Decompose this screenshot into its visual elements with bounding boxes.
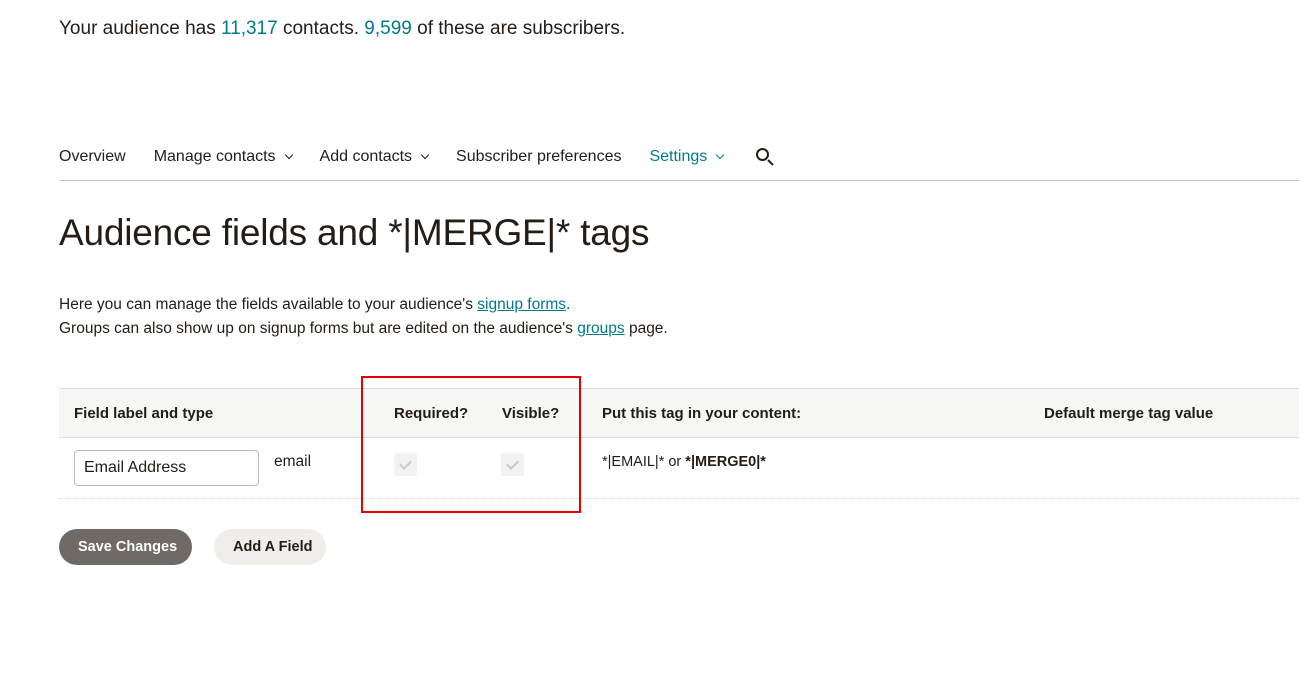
fields-table: Field label and type Required? Visible? … <box>59 388 1299 499</box>
table-header: Field label and type Required? Visible? … <box>59 388 1299 438</box>
nav-item-settings[interactable]: Settings <box>649 135 725 179</box>
table-row: email *|EMAIL|* or *|MERGE0|* <box>59 438 1299 499</box>
intro-text: Here you can manage the fields available… <box>59 293 699 341</box>
add-field-button[interactable]: Add A Field <box>214 529 326 565</box>
merge-tag: *|EMAIL|* or *|MERGE0|* <box>602 454 766 470</box>
nav-item-subscriber-preferences[interactable]: Subscriber preferences <box>456 135 621 179</box>
summary-middle: contacts. <box>277 18 365 39</box>
header-merge-tag: Put this tag in your content: <box>602 405 802 422</box>
intro-line1: Here you can manage the fields available… <box>59 296 478 313</box>
search-icon[interactable] <box>755 147 775 167</box>
groups-link[interactable]: groups <box>577 320 624 337</box>
nav-label: Subscriber preferences <box>456 148 622 165</box>
summary-suffix: of these are subscribers. <box>411 18 626 39</box>
contacts-count: 11,317 <box>220 18 278 39</box>
summary-prefix: Your audience has <box>59 18 221 39</box>
intro-line2: Groups can also show up on signup forms … <box>59 320 578 337</box>
chevron-down-icon <box>420 150 430 160</box>
nav-item-add-contacts[interactable]: Add contacts <box>319 135 430 179</box>
nav-item-manage-contacts[interactable]: Manage contacts <box>153 135 293 179</box>
field-type: email <box>274 453 312 470</box>
save-changes-button[interactable]: Save Changes <box>59 529 192 565</box>
nav-label: Add contacts <box>319 148 413 165</box>
header-field-label: Field label and type <box>74 405 214 422</box>
audience-summary: Your audience has 11,317 contacts. 9,599… <box>59 18 625 40</box>
chevron-down-icon <box>284 150 293 160</box>
highlight-annotation-box <box>361 376 581 513</box>
intro-line2-suffix: page. <box>624 320 668 337</box>
merge-tag-alt: *|MERGE0|* <box>685 454 766 470</box>
merge-tag-primary: *|EMAIL|* <box>602 454 665 470</box>
merge-tag-or: or <box>664 454 686 470</box>
intro-line1-suffix: . <box>566 296 571 313</box>
field-label-input[interactable] <box>74 450 259 486</box>
nav-label: Manage contacts <box>153 148 276 165</box>
nav-label: Settings <box>649 148 708 165</box>
header-default-value: Default merge tag value <box>1044 405 1214 422</box>
nav-item-overview[interactable]: Overview <box>59 135 126 179</box>
nav-label: Overview <box>59 148 126 165</box>
audience-nav: Overview Manage contacts Add contacts Su… <box>59 134 1299 181</box>
subscribers-count: 9,599 <box>364 18 412 39</box>
chevron-down-icon <box>716 150 725 160</box>
page-title: Audience fields and *|MERGE|* tags <box>59 212 650 253</box>
signup-forms-link[interactable]: signup forms <box>477 296 566 313</box>
